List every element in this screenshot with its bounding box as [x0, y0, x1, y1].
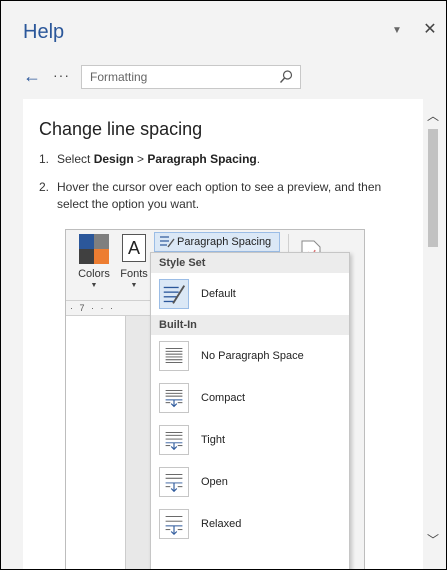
menu-item-label: Relaxed	[201, 518, 242, 530]
swatch-top-right	[94, 234, 109, 249]
step-period: .	[256, 152, 261, 166]
style-set-header: Style Set	[151, 253, 349, 273]
article-title: Change line spacing	[39, 119, 203, 139]
colors-swatch-icon	[79, 234, 109, 264]
step-number: 1.	[39, 152, 50, 166]
chevron-down-icon: ▼	[90, 282, 98, 289]
step-1: 1. Select Design > Paragraph Spacing.	[39, 151, 411, 168]
colors-label: Colors	[78, 268, 110, 280]
swatch-top-left	[79, 234, 94, 249]
swatch-bottom-right	[94, 249, 109, 264]
fonts-icon: A	[122, 234, 146, 262]
ruler: · 7 · · ·	[66, 300, 150, 316]
step-separator: >	[133, 152, 148, 166]
document-margin	[126, 316, 150, 569]
tight-spacing-icon	[159, 425, 189, 455]
embedded-screenshot: Colors ▼ A Fonts ▼ · 7 · · · Paragraph S…	[65, 229, 365, 569]
chevron-up-icon[interactable]: ︿	[425, 107, 441, 123]
swatch-bottom-left	[79, 249, 94, 264]
default-label: Default	[201, 288, 236, 300]
compact-spacing-icon	[159, 383, 189, 413]
paragraph-spacing-icon	[160, 236, 175, 248]
step-text: Hover the cursor over each option to see…	[57, 180, 382, 211]
no-paragraph-space-icon	[159, 341, 189, 371]
vertical-scrollbar[interactable]: ︿ ﹀	[425, 99, 441, 569]
document-page	[66, 316, 126, 569]
chevron-down-icon: ▼	[130, 282, 138, 289]
menu-item-relaxed: Relaxed	[151, 503, 349, 545]
paragraph-spacing-button: Paragraph Spacing ▾	[154, 232, 280, 266]
help-article: Change line spacing 1. Select Design > P…	[23, 99, 423, 569]
step-2: 2. Hover the cursor over each option to …	[39, 179, 411, 213]
step-text: Select	[57, 152, 94, 166]
close-icon[interactable]: ✕	[421, 21, 439, 39]
chevron-down-icon[interactable]: ﹀	[425, 531, 441, 547]
menu-item-open: Open	[151, 461, 349, 503]
back-arrow-icon[interactable]: ←	[23, 65, 45, 89]
fonts-label: Fonts	[120, 268, 148, 280]
menu-item-compact: Compact	[151, 377, 349, 419]
chevron-down-icon[interactable]: ▼	[389, 23, 405, 39]
step-number: 2.	[39, 180, 50, 194]
menu-item-no-paragraph-space: No Paragraph Space	[151, 335, 349, 377]
menu-item-label: No Paragraph Space	[201, 350, 304, 362]
colors-gallery: Colors ▼	[74, 234, 114, 289]
search-icon[interactable]	[278, 69, 294, 85]
built-in-header: Built-In	[151, 315, 349, 335]
menu-item-default: Default	[151, 273, 349, 315]
search-box[interactable]	[81, 65, 301, 89]
fonts-gallery: A Fonts ▼	[116, 234, 152, 289]
paragraph-spacing-menu: Style Set Default Built-In No Paragraph …	[150, 252, 350, 569]
more-options-button[interactable]: ···	[53, 65, 71, 89]
menu-item-tight: Tight	[151, 419, 349, 461]
default-spacing-icon	[159, 279, 189, 309]
design-tab-name: Design	[93, 152, 134, 166]
menu-item-label: Compact	[201, 392, 246, 404]
pane-title: Help	[23, 21, 65, 43]
paragraph-spacing-name: Paragraph Spacing	[147, 152, 257, 166]
open-spacing-icon	[159, 467, 189, 497]
scrollbar-thumb[interactable]	[428, 129, 438, 247]
help-pane: Help ▼ ✕ ← ··· Change line spacing 1. Se…	[0, 0, 447, 570]
search-input[interactable]	[82, 66, 272, 88]
steps-list: 1. Select Design > Paragraph Spacing. 2.…	[39, 151, 411, 224]
menu-item-label: Tight	[201, 434, 226, 446]
relaxed-spacing-icon	[159, 509, 189, 539]
menu-item-label: Open	[201, 476, 228, 488]
